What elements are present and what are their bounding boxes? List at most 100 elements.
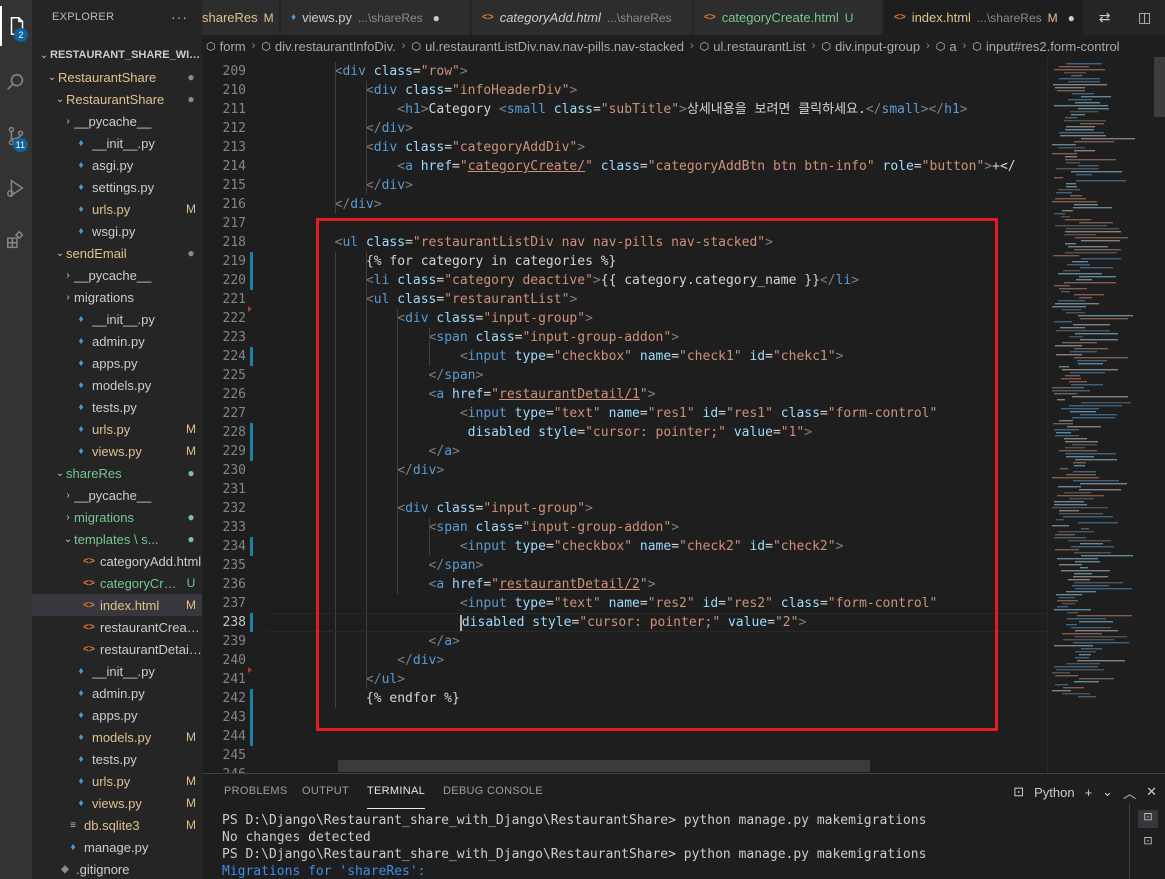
tree-item[interactable]: ♦ views.py M xyxy=(32,792,202,814)
code-line[interactable]: </div> xyxy=(272,176,413,195)
scrollbar-thumb[interactable] xyxy=(1154,57,1165,117)
tree-item[interactable]: ⌄ templates \ s... ● xyxy=(32,528,202,550)
code-line[interactable]: <input type="checkbox" name="check1" id=… xyxy=(272,347,844,366)
code-line[interactable]: <div class="infoHeaderDiv"> xyxy=(272,81,577,100)
maximize-panel-icon[interactable]: ︿ xyxy=(1123,783,1136,802)
tree-item[interactable]: ⌄ shareRes ● xyxy=(32,462,202,484)
code-line[interactable]: <ul class="restaurantListDiv nav nav-pil… xyxy=(272,233,773,252)
minimap[interactable] xyxy=(1047,57,1165,773)
tree-item[interactable]: ≡ db.sqlite3 M xyxy=(32,814,202,836)
tree-item[interactable]: <> restaurantCreate.... xyxy=(32,616,202,638)
breadcrumb-item[interactable]: ⬡ a xyxy=(936,39,957,54)
tree-item[interactable]: ♦ __init__.py xyxy=(32,132,202,154)
breadcrumb-item[interactable]: ⬡ div.input-group xyxy=(821,39,920,54)
git-change-marker[interactable] xyxy=(250,613,253,632)
git-change-marker[interactable] xyxy=(250,252,253,271)
tree-item[interactable]: <> categoryAdd.html xyxy=(32,550,202,572)
new-terminal-icon[interactable]: + xyxy=(1085,785,1093,800)
tree-item[interactable]: › __pycache__ xyxy=(32,110,202,132)
tree-item[interactable]: <> categoryCre... U xyxy=(32,572,202,594)
code-area[interactable]: <div class="row"> <div class="infoHeader… xyxy=(272,57,1047,773)
terminal-instance-icon[interactable]: ⊡ xyxy=(1138,810,1158,828)
code-line[interactable]: <li class="category deactive">{{ categor… xyxy=(272,271,859,290)
tree-item[interactable]: ⌄ RestaurantShare ● xyxy=(32,88,202,110)
git-change-marker[interactable] xyxy=(250,689,253,708)
tree-item[interactable]: ♦ wsgi.py xyxy=(32,220,202,242)
git-change-marker[interactable] xyxy=(250,537,253,556)
breadcrumb-item[interactable]: ⬡ ul.restaurantListDiv.nav.nav-pills.nav-… xyxy=(411,39,684,54)
tree-item[interactable]: ♦ __init__.py xyxy=(32,308,202,330)
terminal-output[interactable]: PS D:\Django\Restaurant_share_with_Djang… xyxy=(222,812,1122,879)
tree-item[interactable]: ♦ urls.py M xyxy=(32,770,202,792)
tree-item[interactable]: ♦ models.py M xyxy=(32,726,202,748)
vertical-scrollbar[interactable] xyxy=(1154,57,1165,773)
code-line[interactable]: disabled style="cursor: pointer;" value=… xyxy=(272,423,812,442)
code-editor[interactable]: 209 210 211 212 213 214 215 216 217 218 219 220 221 2… xyxy=(202,57,1047,773)
code-line[interactable]: </div> xyxy=(272,651,444,670)
tree-item[interactable]: ♦ models.py xyxy=(32,374,202,396)
git-change-marker[interactable] xyxy=(250,708,253,727)
panel-tab-debug-console[interactable]: DEBUG CONSOLE xyxy=(443,785,543,809)
tree-item[interactable]: ♦ tests.py xyxy=(32,748,202,770)
code-line[interactable]: </span> xyxy=(272,366,484,385)
tree-item[interactable]: ♦ asgi.py xyxy=(32,154,202,176)
tree-item[interactable]: › migrations ● xyxy=(32,506,202,528)
tree-item[interactable]: ◆ .gitignore xyxy=(32,858,202,879)
code-line[interactable]: <span class="input-group-addon"> xyxy=(272,518,679,537)
close-panel-icon[interactable]: ✕ xyxy=(1146,784,1157,800)
editor-tab[interactable]: <> categoryCreate.html U xyxy=(694,0,883,35)
tree-item[interactable]: ♦ admin.py xyxy=(32,330,202,352)
search-icon[interactable] xyxy=(0,62,32,102)
tree-item[interactable]: ♦ tests.py xyxy=(32,396,202,418)
code-line[interactable]: <input type="checkbox" name="check2" id=… xyxy=(272,537,844,556)
git-change-marker[interactable] xyxy=(250,727,253,746)
tree-item[interactable]: ♦ manage.py xyxy=(32,836,202,858)
code-line[interactable]: </div> xyxy=(272,461,444,480)
more-actions-icon[interactable]: ··· xyxy=(171,0,188,35)
breadcrumb-item[interactable]: ⬡ form xyxy=(206,39,246,54)
code-line[interactable]: <div class="categoryAddDiv"> xyxy=(272,138,585,157)
tree-item[interactable]: ⌄ sendEmail ● xyxy=(32,242,202,264)
extensions-icon[interactable] xyxy=(0,220,32,260)
terminal-shell-label[interactable]: Python xyxy=(1034,785,1074,800)
code-line[interactable]: </div> xyxy=(272,119,413,138)
code-line[interactable]: <a href="categoryCreate/" class="categor… xyxy=(272,157,1015,176)
tree-item[interactable]: › migrations xyxy=(32,286,202,308)
editor-tab[interactable]: shareRes M xyxy=(202,0,280,35)
git-change-marker[interactable] xyxy=(250,423,253,442)
terminal-instance-icon[interactable]: ⊡ xyxy=(1138,834,1158,852)
code-line[interactable]: <span class="input-group-addon"> xyxy=(272,328,679,347)
code-line[interactable]: {% for category in categories %} xyxy=(272,252,616,271)
code-line[interactable]: <input type="text" name="res2" id="res2"… xyxy=(272,594,938,613)
git-change-marker[interactable] xyxy=(250,271,253,290)
tree-item[interactable]: ♦ views.py M xyxy=(32,440,202,462)
terminal-dropdown-icon[interactable]: ⌄ xyxy=(1102,784,1113,800)
code-line[interactable]: <div class="input-group"> xyxy=(272,309,593,328)
code-line[interactable]: <div class="row"> xyxy=(272,62,468,81)
code-line[interactable]: <input type="text" name="res1" id="res1"… xyxy=(272,404,938,423)
tree-item[interactable]: <> index.html M xyxy=(32,594,202,616)
tree-item[interactable]: ♦ urls.py M xyxy=(32,198,202,220)
tree-item[interactable]: ♦ urls.py M xyxy=(32,418,202,440)
code-line[interactable]: <h1>Category <small class="subTitle">상세내… xyxy=(272,100,967,119)
tree-item[interactable]: <> restaurantDetail.h... xyxy=(32,638,202,660)
breadcrumb-item[interactable]: ⬡ input#res2.form-control xyxy=(972,39,1119,54)
tree-item[interactable]: ♦ apps.py xyxy=(32,352,202,374)
tree-item[interactable]: ♦ admin.py xyxy=(32,682,202,704)
unsaved-dot-icon[interactable]: ● xyxy=(433,11,440,25)
tree-item[interactable]: ♦ settings.py xyxy=(32,176,202,198)
git-change-marker[interactable] xyxy=(250,347,253,366)
code-line[interactable]: {% endfor %} xyxy=(272,689,460,708)
editor-tab[interactable]: <> categoryAdd.html ...\shareRes xyxy=(472,0,693,35)
code-line[interactable]: </span> xyxy=(272,556,484,575)
tree-item[interactable]: ⌄ RESTAURANT_SHARE_WIT... xyxy=(32,44,202,66)
panel-tab-problems[interactable]: PROBLEMS xyxy=(224,785,288,809)
source-control-icon[interactable]: 11 xyxy=(0,116,32,156)
run-debug-icon[interactable] xyxy=(0,168,32,208)
tree-item[interactable]: ♦ __init__.py xyxy=(32,660,202,682)
code-line[interactable]: <div class="input-group"> xyxy=(272,499,593,518)
panel-tab-terminal[interactable]: TERMINAL xyxy=(367,785,426,809)
split-editor-icon[interactable]: ◫ xyxy=(1138,10,1151,26)
compare-changes-icon[interactable]: ⇄ xyxy=(1099,10,1111,26)
git-change-marker[interactable] xyxy=(250,442,253,461)
